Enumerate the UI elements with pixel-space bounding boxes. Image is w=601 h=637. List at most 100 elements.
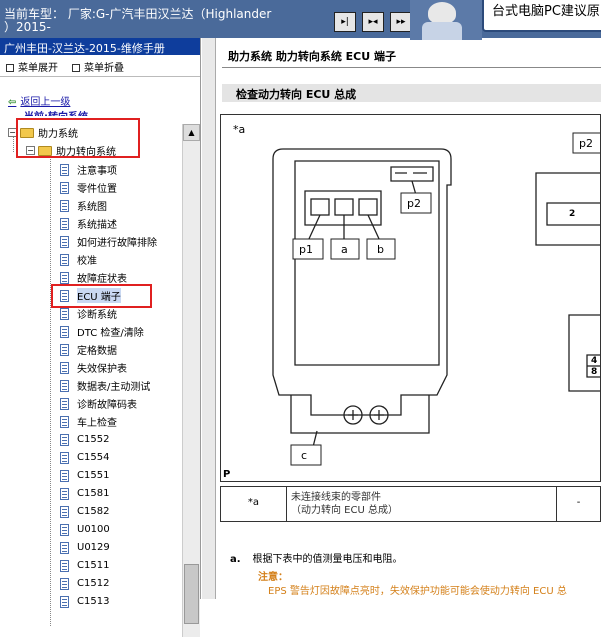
sidebar-item[interactable]: 车上检查 — [60, 413, 117, 430]
label-p2-right: p2 — [579, 137, 593, 150]
document-icon — [60, 577, 69, 590]
nav-middle-button[interactable]: ▸◂ — [362, 12, 384, 32]
document-icon — [60, 559, 69, 572]
scroll-up-icon[interactable]: ▲ — [183, 124, 200, 141]
sidebar-item[interactable]: C1512 — [60, 575, 109, 592]
sidebar-item-label: 注意事项 — [77, 166, 117, 177]
manual-title: 广州丰田-汉兰达-2015-维修手册 — [0, 38, 200, 55]
sidebar-item-label: C1513 — [77, 596, 110, 607]
diagram-corner-label: P — [223, 469, 231, 480]
back-link[interactable]: ⇦ 返回上一级 — [8, 93, 70, 108]
sidebar-item-label: 如何进行故障排除 — [77, 238, 157, 249]
document-icon — [60, 397, 69, 410]
title-bar: 当前车型： 厂家:G-广汽丰田汉兰达（Highlander ）2015- ▸| … — [0, 0, 601, 40]
menu-toggles: 菜单展开 菜单折叠 — [0, 55, 200, 77]
legend-value: 未连接线束的零部件 （动力转向 ECU 总成） — [287, 487, 557, 521]
expand-icon — [6, 64, 14, 72]
nav-next-button[interactable]: ▸▸ — [390, 12, 412, 32]
sidebar-item[interactable]: 零件位置 — [60, 179, 117, 196]
label-p2: p2 — [407, 197, 421, 210]
pin-2-label: 2 — [569, 209, 576, 219]
sidebar-item[interactable]: C1552 — [60, 431, 109, 448]
sidebar-item-label: 校准 — [77, 256, 97, 267]
sidebar-item-label: 系统图 — [77, 202, 107, 213]
vehicle-title: 当前车型： 厂家:G-广汽丰田汉兰达（Highlander ）2015- — [4, 8, 324, 34]
sidebar-item-label: 失效保护表 — [77, 364, 127, 375]
pin-4-label: 4 — [591, 356, 598, 366]
sidebar-item[interactable]: U0100 — [60, 521, 110, 538]
sidebar-item-label: C1512 — [77, 578, 110, 589]
sidebar-item[interactable]: 诊断故障码表 — [60, 395, 137, 412]
sidebar-item[interactable]: 系统描述 — [60, 215, 117, 232]
document-icon — [60, 217, 69, 230]
sidebar-item-label: C1581 — [77, 488, 110, 499]
sidebar-item[interactable]: 校准 — [60, 251, 97, 268]
document-icon — [60, 307, 69, 320]
promo-banner[interactable]: 台式电脑PC建议原 — [482, 0, 601, 32]
sidebar-item[interactable]: DTC 检查/清除 — [60, 323, 144, 340]
sidebar-item[interactable]: 如何进行故障排除 — [60, 233, 157, 250]
sidebar-item[interactable]: 失效保护表 — [60, 359, 127, 376]
sidebar-item-label: C1551 — [77, 470, 110, 481]
sidebar-item-label: DTC 检查/清除 — [77, 328, 144, 339]
legend-key: *a — [221, 487, 287, 521]
sidebar-item-label: C1582 — [77, 506, 110, 517]
sidebar: 广州丰田-汉兰达-2015-维修手册 菜单展开 菜单折叠 ⇦返回上一级 当前:转… — [0, 38, 201, 637]
document-icon — [60, 325, 69, 338]
menu-expand-button[interactable]: 菜单展开 — [6, 59, 58, 74]
divider — [222, 67, 601, 68]
sidebar-item-label: U0129 — [77, 542, 110, 553]
sidebar-item[interactable]: 注意事项 — [60, 161, 117, 178]
document-icon — [60, 595, 69, 608]
sidebar-item[interactable]: C1581 — [60, 485, 109, 502]
document-icon — [60, 235, 69, 248]
vehicle-title-line1: 当前车型： 厂家:G-广汽丰田汉兰达（Highlander — [4, 7, 272, 21]
sidebar-item[interactable]: C1551 — [60, 467, 109, 484]
sidebar-item[interactable]: C1582 — [60, 503, 109, 520]
document-icon — [60, 271, 69, 284]
menu-collapse-button[interactable]: 菜单折叠 — [72, 59, 124, 74]
sidebar-item-label: 零件位置 — [77, 184, 117, 195]
sidebar-item-label: 诊断系统 — [77, 310, 117, 321]
sidebar-item[interactable]: C1511 — [60, 557, 109, 574]
document-icon — [60, 541, 69, 554]
vehicle-title-line2: ）2015- — [4, 20, 51, 34]
sidebar-item-label: 定格数据 — [77, 346, 117, 357]
label-p1: p1 — [299, 243, 313, 256]
sidebar-scrollbar[interactable]: ▲ — [182, 124, 200, 637]
sidebar-item[interactable]: C1554 — [60, 449, 109, 466]
document-icon — [60, 487, 69, 500]
collapse-icon — [72, 64, 80, 72]
sidebar-item-label: C1554 — [77, 452, 110, 463]
ecu-connector-drawing — [272, 132, 600, 466]
scroll-thumb[interactable] — [184, 564, 199, 624]
sidebar-item-label: C1511 — [77, 560, 110, 571]
document-icon — [60, 199, 69, 212]
sidebar-item[interactable]: U0129 — [60, 539, 110, 556]
document-icon — [60, 343, 69, 356]
sidebar-item[interactable]: 系统图 — [60, 197, 107, 214]
label-c: c — [301, 449, 308, 462]
section-title: 检查动力转向 ECU 总成 — [222, 84, 601, 102]
sidebar-item[interactable]: 数据表/主动测试 — [60, 377, 150, 394]
document-icon — [60, 415, 69, 428]
legend-table: *a 未连接线束的零部件 （动力转向 ECU 总成） - — [220, 486, 601, 522]
note-heading: 注意： — [258, 572, 288, 583]
sidebar-item[interactable]: 定格数据 — [60, 341, 117, 358]
back-arrow-icon: ⇦ — [8, 97, 17, 108]
sidebar-item-label: 故障症状表 — [77, 274, 127, 285]
pane-splitter[interactable] — [202, 38, 216, 599]
highlight-frame-tree — [16, 118, 140, 158]
document-icon — [60, 379, 69, 392]
nav-first-button[interactable]: ▸| — [334, 12, 356, 32]
label-a: a — [341, 243, 348, 256]
sidebar-item-label: 系统描述 — [77, 220, 117, 231]
sidebar-item-label: 诊断故障码表 — [77, 400, 137, 411]
current-location: 当前:转向系统 — [24, 108, 88, 116]
main-content: 助力系统 助力转向系统 ECU 端子 检查动力转向 ECU 总成 *a p1 a… — [216, 38, 601, 599]
document-icon — [60, 181, 69, 194]
sidebar-item-label: 车上检查 — [77, 418, 117, 429]
document-icon — [60, 361, 69, 374]
document-icon — [60, 253, 69, 266]
sidebar-item[interactable]: C1513 — [60, 593, 109, 610]
